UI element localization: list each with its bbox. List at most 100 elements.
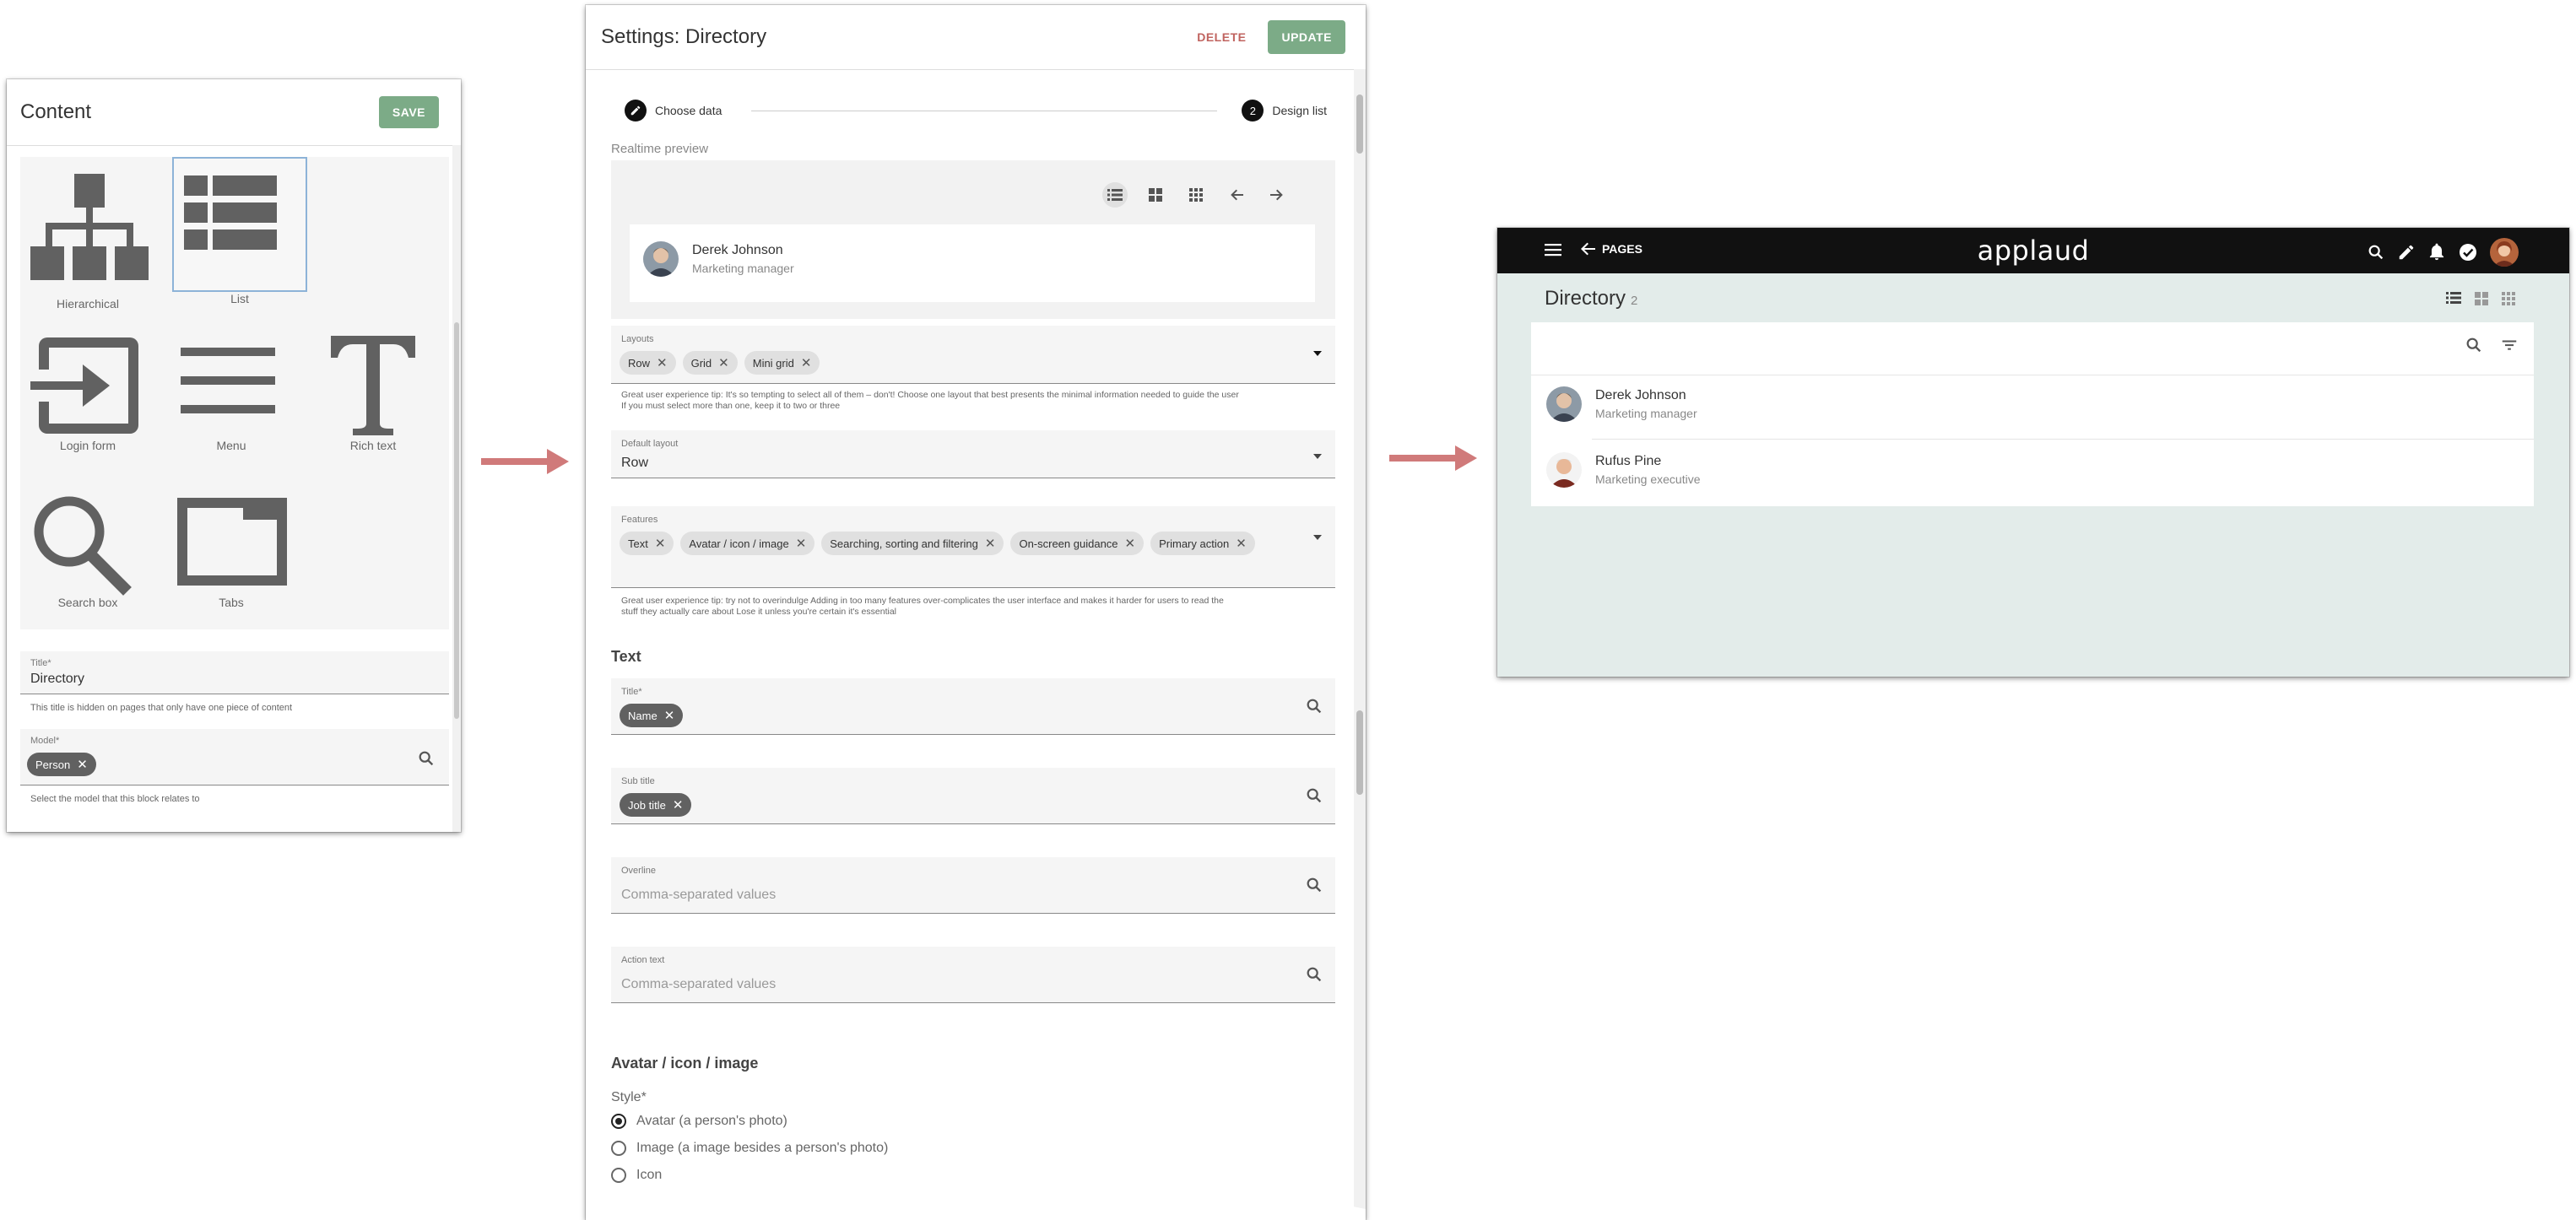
chip-guidance[interactable]: On-screen guidance ✕ (1010, 532, 1145, 555)
arrow-right-icon[interactable] (1264, 182, 1290, 208)
delete-button[interactable]: DELETE (1197, 30, 1246, 44)
chip-name[interactable]: Name ✕ (620, 704, 684, 727)
radio-icon[interactable]: Icon (611, 1168, 662, 1183)
radio-avatar[interactable]: Avatar (a person's photo) (611, 1114, 787, 1129)
remove-chip-icon[interactable]: ✕ (77, 757, 88, 772)
list-item[interactable]: Derek Johnson Marketing manager (643, 241, 794, 277)
text-title-field[interactable]: Title* Name ✕ (611, 678, 1335, 735)
check-circle-icon[interactable] (2458, 242, 2478, 262)
remove-chip-icon[interactable]: ✕ (655, 536, 666, 551)
text-action-field[interactable]: Action text Comma-separated values (611, 947, 1335, 1003)
tile-tabs[interactable]: Tabs (165, 486, 297, 618)
model-field[interactable]: Model* Person ✕ (20, 729, 449, 785)
dropdown-arrow-icon[interactable] (1313, 351, 1322, 356)
chip-mini-grid[interactable]: Mini grid ✕ (744, 351, 820, 375)
tile-rich-text[interactable]: Rich text (307, 327, 439, 459)
field-label: Title* (621, 687, 642, 697)
tile-label: Tabs (219, 596, 244, 609)
settings-scrollbar[interactable] (1354, 69, 1366, 1220)
user-avatar[interactable] (2490, 238, 2519, 267)
menu-icon (181, 348, 275, 413)
action-placeholder: Comma-separated values (621, 977, 777, 991)
scrollbar-thumb[interactable] (454, 322, 459, 719)
remove-chip-icon[interactable]: ✕ (1236, 536, 1247, 551)
chip-text[interactable]: Text ✕ (620, 532, 674, 555)
field-label: Overline (621, 866, 656, 876)
chip-job-title[interactable]: Job title ✕ (620, 793, 692, 817)
radio-checked-icon[interactable] (611, 1114, 626, 1129)
tile-login-form[interactable]: Login form (22, 327, 154, 459)
view-mini-grid-icon[interactable] (2502, 292, 2515, 305)
person-role: Marketing manager (1595, 407, 1697, 420)
view-list-icon[interactable] (2446, 292, 2461, 304)
remove-chip-icon[interactable]: ✕ (1125, 536, 1136, 551)
list-item[interactable]: Rufus Pine Marketing executive (1546, 452, 1701, 488)
remove-chip-icon[interactable]: ✕ (796, 536, 807, 551)
tile-list[interactable]: List (172, 157, 307, 305)
save-button[interactable]: SAVE (378, 96, 439, 128)
settings-header: Settings: Directory DELETE UPDATE (586, 5, 1366, 70)
chip-row[interactable]: Row ✕ (620, 351, 676, 375)
search-icon[interactable] (1305, 786, 1323, 805)
title-field-value: Directory (30, 672, 85, 686)
title-field-hint: This title is hidden on pages that only … (30, 703, 293, 713)
scrollbar-thumb[interactable] (1356, 94, 1363, 154)
field-label: Action text (621, 955, 665, 965)
avatar (1546, 452, 1582, 488)
view-mini-grid-icon[interactable] (1183, 182, 1209, 208)
default-layout-select[interactable]: Default layout Row (611, 430, 1335, 478)
model-field-hint: Select the model that this block relates… (30, 794, 200, 804)
title-field[interactable]: Title* Directory (20, 651, 449, 694)
tile-search-box[interactable]: Search box (22, 486, 154, 618)
tile-label: List (230, 292, 249, 305)
tile-hierarchical[interactable]: Hierarchical (22, 169, 154, 310)
overline-placeholder: Comma-separated values (621, 888, 777, 902)
tile-menu[interactable]: Menu (165, 327, 297, 459)
remove-chip-icon[interactable]: ✕ (657, 355, 668, 370)
scrollbar-thumb[interactable] (1356, 710, 1363, 795)
avatar-section-heading: Avatar / icon / image (611, 1055, 759, 1072)
dropdown-arrow-icon[interactable] (1313, 535, 1322, 540)
filter-icon[interactable] (2500, 336, 2519, 354)
radio-image[interactable]: Image (a image besides a person's photo) (611, 1141, 888, 1156)
chip-grid[interactable]: Grid ✕ (682, 351, 738, 375)
app-bar: PAGES applaud (1497, 228, 2569, 273)
remove-chip-icon[interactable]: ✕ (664, 708, 675, 723)
search-icon[interactable] (417, 749, 436, 768)
view-list-icon[interactable] (1102, 182, 1128, 208)
content-scrollbar[interactable] (452, 145, 461, 832)
radio-unchecked-icon[interactable] (611, 1168, 626, 1183)
view-grid-icon[interactable] (1143, 182, 1168, 208)
torn-edge (586, 1205, 1366, 1220)
dropdown-arrow-icon[interactable] (1313, 454, 1322, 459)
text-overline-field[interactable]: Overline Comma-separated values (611, 857, 1335, 914)
remove-chip-icon[interactable]: ✕ (718, 355, 729, 370)
pencil-icon[interactable] (2397, 243, 2416, 262)
view-grid-icon[interactable] (2475, 292, 2488, 305)
text-subtitle-field[interactable]: Sub title Job title ✕ (611, 768, 1335, 824)
chip-avatar[interactable]: Avatar / icon / image ✕ (680, 532, 815, 555)
features-field[interactable]: Features Text ✕ Avatar / icon / image ✕ Se… (611, 506, 1335, 588)
update-button[interactable]: UPDATE (1268, 20, 1345, 54)
arrow-left-icon[interactable] (1224, 182, 1249, 208)
chip-searching[interactable]: Searching, sorting and filtering ✕ (821, 532, 1004, 555)
remove-chip-icon[interactable]: ✕ (801, 355, 812, 370)
subtitle-chips: Job title ✕ (620, 793, 698, 817)
layouts-field[interactable]: Layouts Row ✕ Grid ✕ Mini grid ✕ (611, 326, 1335, 384)
remove-chip-icon[interactable]: ✕ (985, 536, 996, 551)
search-icon[interactable] (2367, 243, 2385, 262)
step-design-list[interactable]: 2 Design list (1242, 100, 1327, 121)
avatar (643, 241, 679, 277)
search-icon[interactable] (1305, 876, 1323, 894)
hierarchy-icon (30, 174, 149, 280)
list-item[interactable]: Derek Johnson Marketing manager (1546, 386, 1697, 422)
search-icon[interactable] (2465, 336, 2483, 354)
bell-icon[interactable] (2427, 243, 2446, 262)
radio-unchecked-icon[interactable] (611, 1141, 626, 1156)
model-chip[interactable]: Person ✕ (27, 753, 96, 776)
step-choose-data[interactable]: Choose data (625, 100, 722, 121)
search-icon[interactable] (1305, 697, 1323, 715)
chip-primary-action[interactable]: Primary action ✕ (1150, 532, 1255, 555)
search-icon[interactable] (1305, 965, 1323, 984)
remove-chip-icon[interactable]: ✕ (673, 797, 684, 812)
